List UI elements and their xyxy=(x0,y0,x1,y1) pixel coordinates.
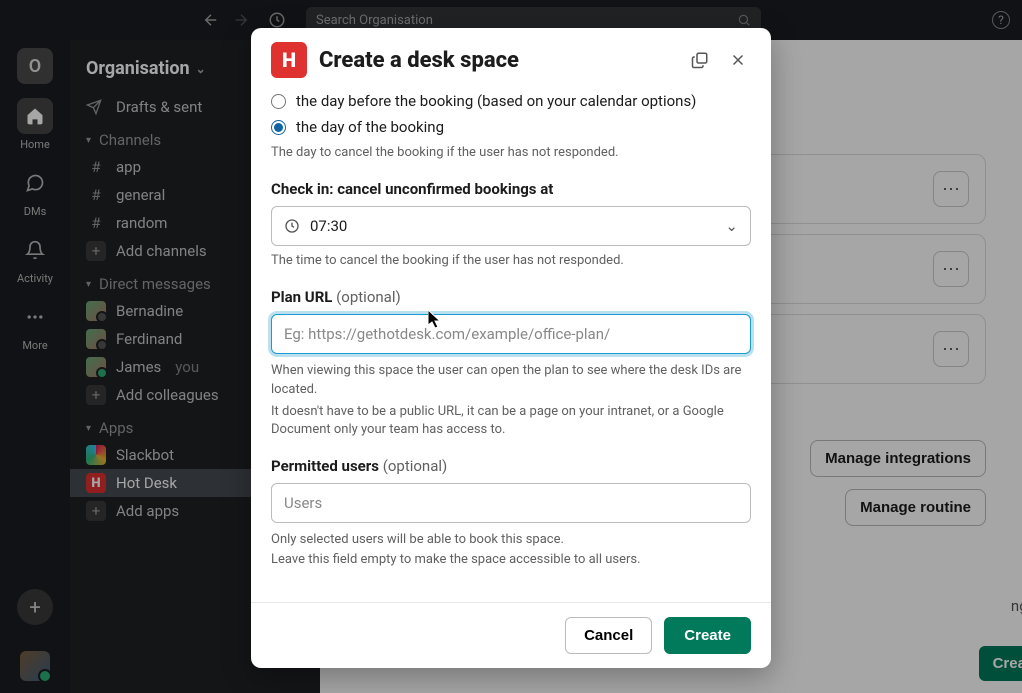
close-button[interactable] xyxy=(725,47,751,73)
checkin-label: Check in: cancel unconfirmed bookings at xyxy=(271,180,751,198)
modal-header: H Create a desk space xyxy=(251,28,771,92)
checkin-time-select[interactable]: 07:30 ⌄ xyxy=(271,206,751,246)
modal-footer: Cancel Create xyxy=(251,602,771,668)
clock-icon xyxy=(284,218,300,234)
help-text: It doesn't have to be a public URL, it c… xyxy=(271,403,751,439)
create-button[interactable]: Create xyxy=(664,617,751,654)
permitted-label: Permitted users (optional) xyxy=(271,457,751,475)
modal-body[interactable]: the day before the booking (based on you… xyxy=(251,92,771,602)
help-text: The day to cancel the booking if the use… xyxy=(271,144,751,162)
radio-day-of[interactable]: the day of the booking xyxy=(271,118,751,136)
help-text: When viewing this space the user can ope… xyxy=(271,362,751,398)
permitted-users-select[interactable]: Users xyxy=(271,483,751,523)
help-text: The time to cancel the booking if the us… xyxy=(271,252,751,270)
chevron-down-icon: ⌄ xyxy=(725,217,738,235)
planurl-label: Plan URL (optional) xyxy=(271,288,751,306)
popout-button[interactable] xyxy=(687,47,713,73)
hotdesk-icon: H xyxy=(271,42,307,78)
modal-title: Create a desk space xyxy=(319,48,519,73)
radio-day-before[interactable]: the day before the booking (based on you… xyxy=(271,92,751,110)
help-text: Only selected users will be able to book… xyxy=(271,531,751,549)
checkin-value: 07:30 xyxy=(310,217,347,235)
cancel-button[interactable]: Cancel xyxy=(565,617,652,654)
create-desk-space-modal: H Create a desk space the day before the… xyxy=(251,28,771,668)
radio-input[interactable] xyxy=(271,94,286,109)
radio-input[interactable] xyxy=(271,120,286,135)
plan-url-input[interactable] xyxy=(271,314,751,354)
help-text: Leave this field empty to make the space… xyxy=(271,551,751,569)
